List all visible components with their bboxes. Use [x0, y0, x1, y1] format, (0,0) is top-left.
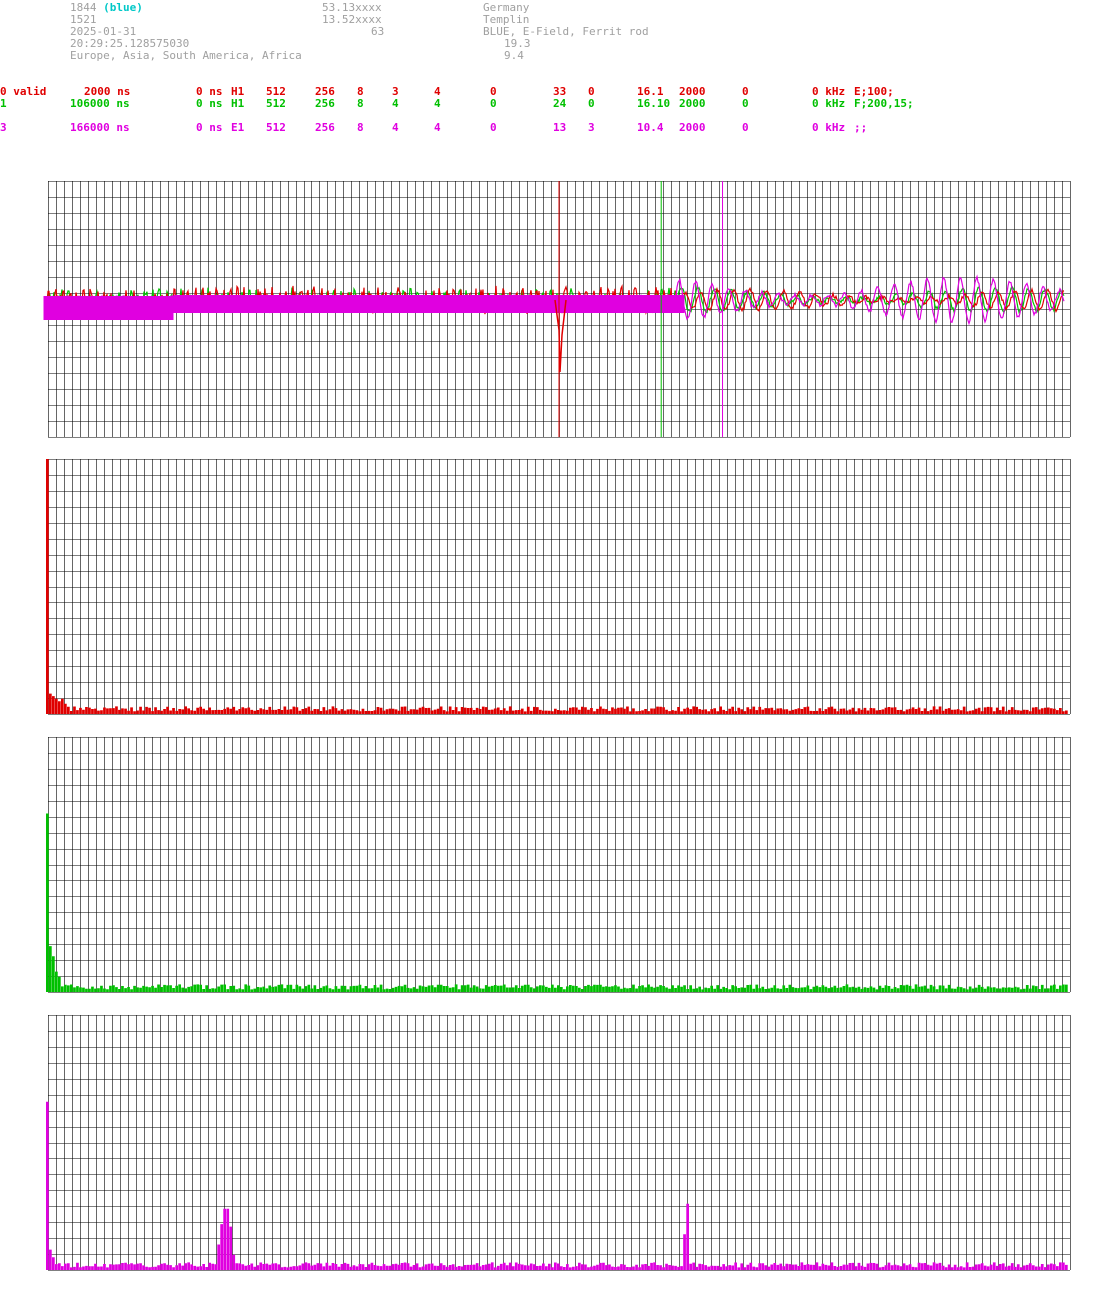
spectrum-bars: [46, 1101, 1068, 1270]
grid-lines: [48, 737, 1071, 993]
spectrum-bars: [46, 813, 1068, 992]
spectrum-bars: [46, 459, 1068, 714]
grid-panel-1: [48, 459, 1071, 715]
grid-lines: [48, 459, 1071, 715]
grid-panel-3: [48, 1015, 1071, 1271]
spectrum-2: [46, 1101, 1068, 1270]
spectrum-1: [46, 813, 1068, 992]
spectrum-layer: [46, 459, 1068, 1270]
plot-canvas: [43, 181, 1071, 1271]
spectrum-0: [46, 459, 1068, 714]
grid-panel-2: [48, 737, 1071, 993]
grid-lines: [48, 1015, 1071, 1271]
